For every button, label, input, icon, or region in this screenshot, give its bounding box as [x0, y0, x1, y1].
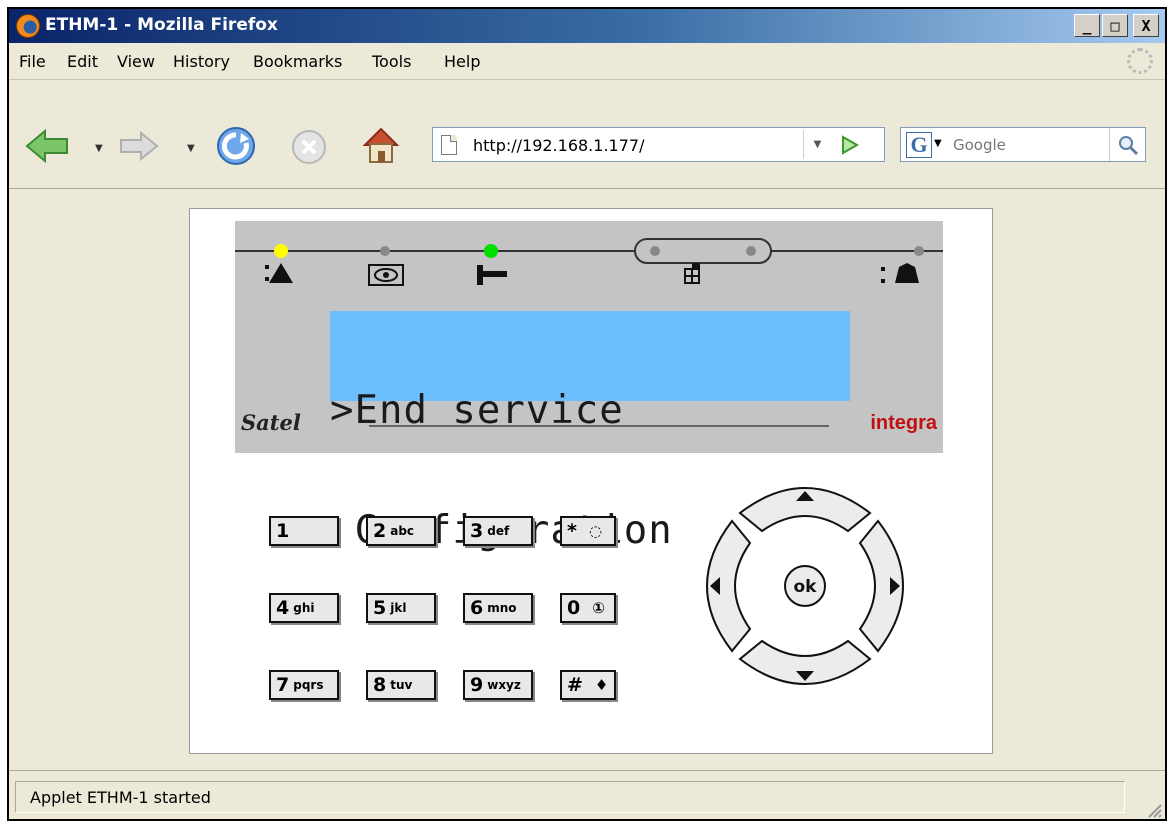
fire-icon: ♦ [594, 676, 609, 694]
firefox-icon [16, 14, 40, 38]
forward-dropdown-icon[interactable]: ▼ [187, 143, 195, 154]
menu-bookmarks[interactable]: Bookmarks [253, 52, 342, 71]
key-0-button[interactable]: 0① [560, 593, 616, 623]
menu-file[interactable]: File [19, 52, 46, 71]
menu-view[interactable]: View [117, 52, 155, 71]
forward-button[interactable] [119, 131, 159, 161]
key-digit: 4 [276, 597, 290, 619]
key-digit: 6 [470, 597, 484, 619]
reload-icon [217, 127, 255, 165]
stop-icon [292, 130, 326, 164]
resize-grip-icon[interactable] [1145, 801, 1163, 819]
key-letters: wxyz [487, 678, 521, 692]
service-led-icon [484, 244, 498, 258]
key-letters: jkl [390, 601, 407, 615]
search-box[interactable]: G ▼ Google [900, 127, 1146, 162]
url-text[interactable]: http://192.168.1.177/ [473, 136, 644, 155]
key-letters: abc [390, 524, 415, 538]
key-3-button[interactable]: 3 def [463, 516, 533, 546]
menu-help[interactable]: Help [444, 52, 480, 71]
search-input[interactable]: Google [953, 136, 1006, 154]
key-6-button[interactable]: 6 mno [463, 593, 533, 623]
key-digit: 3 [470, 520, 484, 542]
page-content: >End service Configuration Satel integra… [9, 190, 1165, 770]
alarm-led-icon [274, 244, 288, 258]
ok-label: ok [794, 577, 818, 597]
reload-button[interactable] [215, 125, 257, 167]
key-letters: def [487, 524, 510, 538]
key-letters: mno [487, 601, 517, 615]
back-dropdown-icon[interactable]: ▼ [95, 143, 103, 154]
browser-window: ETHM-1 - Mozilla Firefox _ □ X File Edit… [7, 7, 1167, 821]
clock-icon: ◌ [588, 522, 603, 540]
key-digit: 0 [567, 597, 581, 619]
partition-symbol-icon [684, 263, 700, 284]
close-button[interactable]: X [1133, 14, 1159, 37]
service-key-symbol-icon [477, 265, 507, 285]
throbber-icon [1127, 48, 1153, 74]
go-icon[interactable] [838, 134, 860, 156]
key-5-button[interactable]: 5 jkl [366, 593, 436, 623]
forward-arrow-icon [120, 131, 159, 161]
key-digit: * [567, 520, 577, 542]
key-letters: pqrs [293, 678, 324, 692]
integra-logo: integra [870, 412, 937, 434]
ethm-applet: >End service Configuration Satel integra… [189, 208, 993, 754]
key-digit: 7 [276, 674, 290, 696]
armed-led-icon [380, 246, 390, 256]
keypad-display-panel: >End service Configuration Satel integra [235, 221, 943, 551]
search-button[interactable] [1109, 128, 1145, 161]
stop-button[interactable] [291, 129, 327, 165]
key-digit: 5 [373, 597, 387, 619]
key-digit: # [567, 674, 583, 696]
back-button[interactable] [25, 129, 69, 163]
menu-history[interactable]: History [173, 52, 230, 71]
key-letters: tuv [390, 678, 413, 692]
home-button[interactable] [361, 125, 401, 165]
key-star-button[interactable]: * ◌ [560, 516, 616, 546]
minimize-button[interactable]: _ [1074, 14, 1100, 37]
eye-symbol-icon [368, 264, 404, 286]
info-icon: ① [592, 599, 605, 617]
google-engine-icon[interactable]: G [906, 132, 932, 158]
home-icon [362, 127, 400, 163]
navigation-toolbar: ▼ ▼ http://192.168.1.177/ ▼ G ▼ Google [9, 81, 1165, 189]
title-bar: ETHM-1 - Mozilla Firefox _ □ X [9, 9, 1165, 43]
brand-divider [369, 425, 829, 427]
back-arrow-icon [25, 129, 68, 163]
key-2-button[interactable]: 2 abc [366, 516, 436, 546]
key-digit: 8 [373, 674, 387, 696]
window-title: ETHM-1 - Mozilla Firefox [45, 15, 278, 35]
menu-bar: File Edit View History Bookmarks Tools H… [9, 43, 1165, 80]
maximize-button[interactable]: □ [1102, 14, 1128, 37]
key-letters: ghi [293, 601, 315, 615]
bell-symbol-icon [881, 263, 919, 283]
status-text: Applet ETHM-1 started [15, 781, 1125, 813]
magnifier-icon [1118, 135, 1138, 155]
page-icon [441, 135, 457, 155]
trouble-led-icon [914, 246, 924, 256]
key-4-button[interactable]: 4 ghi [269, 593, 339, 623]
key-digit: 1 [276, 520, 290, 542]
key-hash-button[interactable]: # ♦ [560, 670, 616, 700]
satel-logo: Satel [241, 410, 301, 435]
url-history-dropdown-icon[interactable]: ▼ [803, 130, 831, 159]
key-1-button[interactable]: 1 [269, 516, 339, 546]
menu-tools[interactable]: Tools [372, 52, 411, 71]
key-digit: 9 [470, 674, 484, 696]
address-bar[interactable]: http://192.168.1.177/ ▼ [432, 127, 885, 162]
engine-dropdown-icon[interactable]: ▼ [934, 138, 942, 149]
alarm-symbol-icon [265, 263, 293, 283]
key-9-button[interactable]: 9 wxyz [463, 670, 533, 700]
lcd-screen: >End service Configuration [330, 311, 850, 551]
status-led-strip [235, 238, 943, 286]
key-digit: 2 [373, 520, 387, 542]
menu-edit[interactable]: Edit [67, 52, 98, 71]
status-bar: Applet ETHM-1 started [9, 770, 1165, 819]
key-8-button[interactable]: 8 tuv [366, 670, 436, 700]
key-7-button[interactable]: 7 pqrs [269, 670, 339, 700]
